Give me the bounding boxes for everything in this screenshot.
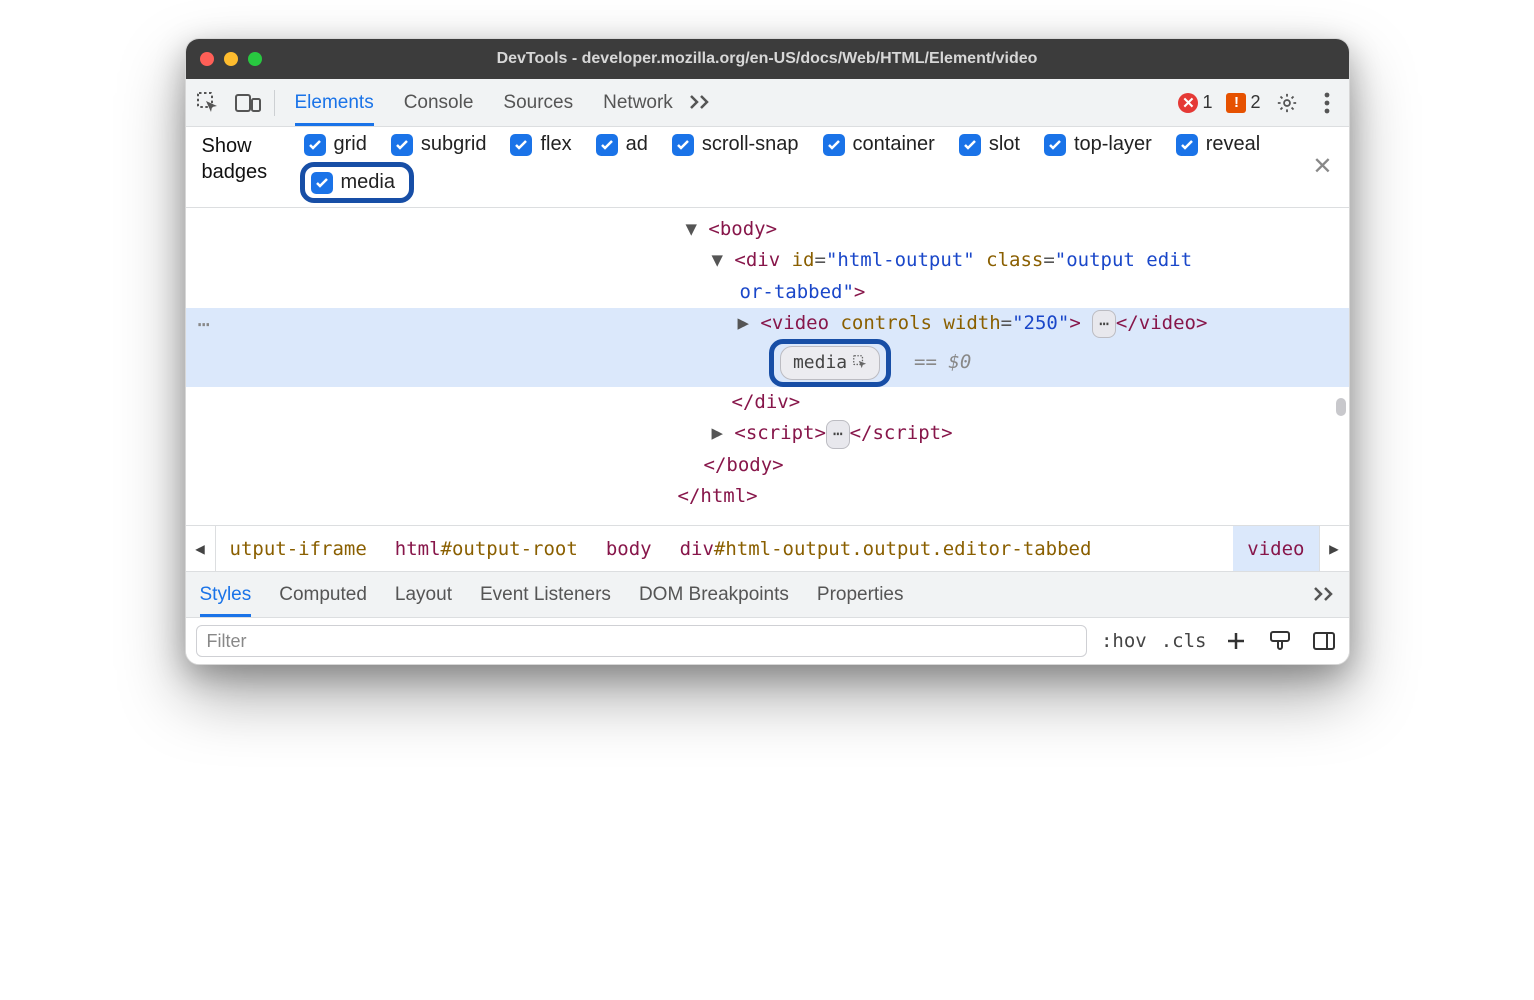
inspect-element-icon[interactable] <box>190 85 226 121</box>
toggle-hov-button[interactable]: :hov <box>1101 630 1147 652</box>
tab-sources[interactable]: Sources <box>503 79 573 126</box>
main-tabs: Elements Console Sources Network <box>295 79 673 126</box>
styles-filter-row: :hov .cls <box>186 618 1349 664</box>
breadcrumb-item[interactable]: html#output-root <box>381 538 592 560</box>
breadcrumb-item-active[interactable]: video <box>1233 526 1318 571</box>
tab-network[interactable]: Network <box>603 79 673 126</box>
dom-tree[interactable]: ▼ <<body>body> ▼ <div id="html-output" c… <box>186 208 1349 526</box>
checkbox-icon <box>1044 134 1066 156</box>
devtools-window: DevTools - developer.mozilla.org/en-US/d… <box>185 38 1350 665</box>
checkbox-icon <box>596 134 618 156</box>
device-toolbar-icon[interactable] <box>230 85 266 121</box>
breadcrumb-scroll-right-icon[interactable]: ▶ <box>1319 526 1349 571</box>
media-badge-highlight: media <box>769 339 891 387</box>
dom-node-video[interactable]: ⋯ ▶ <video controls width="250"> ⋯</vide… <box>186 308 1349 339</box>
more-tabs-icon[interactable] <box>689 90 711 116</box>
computed-sidebar-icon[interactable] <box>1309 626 1339 656</box>
badges-list: grid subgrid flex ad scroll-snap contain… <box>304 133 1295 199</box>
ellipsis-icon[interactable]: ⋯ <box>1092 310 1116 338</box>
badges-config-row: Show badges grid subgrid flex ad scroll-… <box>186 127 1349 208</box>
breadcrumb-item[interactable]: div#html-output.output.editor-tabbed <box>666 538 1106 560</box>
subtab-computed[interactable]: Computed <box>279 572 367 617</box>
scrollbar-thumb[interactable] <box>1336 398 1346 416</box>
breadcrumb-item[interactable]: utput-iframe <box>216 538 381 560</box>
errors-badge[interactable]: ✕ 1 <box>1178 92 1212 113</box>
settings-icon[interactable] <box>1269 85 1305 121</box>
badge-slot[interactable]: slot <box>959 133 1020 156</box>
badge-ad[interactable]: ad <box>596 133 648 156</box>
warnings-badge[interactable]: ! 2 <box>1226 92 1260 113</box>
error-icon: ✕ <box>1178 93 1198 113</box>
badge-top-layer[interactable]: top-layer <box>1044 133 1152 156</box>
tab-console[interactable]: Console <box>404 79 474 126</box>
checkbox-icon <box>823 134 845 156</box>
tab-elements[interactable]: Elements <box>295 79 374 126</box>
badge-flex[interactable]: flex <box>510 133 571 156</box>
errors-count: 1 <box>1202 92 1212 113</box>
breadcrumb-item[interactable]: body <box>592 538 666 560</box>
checkbox-icon <box>304 134 326 156</box>
checkbox-icon <box>311 172 333 194</box>
badges-label: Show badges <box>202 133 286 185</box>
close-badges-row-icon[interactable]: ✕ <box>1312 152 1332 181</box>
subtab-dom-breakpoints[interactable]: DOM Breakpoints <box>639 572 789 617</box>
badge-reveal[interactable]: reveal <box>1176 133 1260 156</box>
media-badge[interactable]: media <box>780 346 880 380</box>
issues-badges: ✕ 1 ! 2 <box>1178 92 1260 113</box>
dom-breadcrumbs: ◀ utput-iframe html#output-root body div… <box>186 526 1349 572</box>
subtab-layout[interactable]: Layout <box>395 572 452 617</box>
subtab-event-listeners[interactable]: Event Listeners <box>480 572 611 617</box>
badge-scroll-snap[interactable]: scroll-snap <box>672 133 799 156</box>
warning-icon: ! <box>1226 93 1246 113</box>
window-titlebar: DevTools - developer.mozilla.org/en-US/d… <box>186 39 1349 79</box>
checkbox-icon <box>391 134 413 156</box>
separator <box>274 90 275 116</box>
warnings-count: 2 <box>1250 92 1260 113</box>
checkbox-icon <box>672 134 694 156</box>
styles-subtabs: Styles Computed Layout Event Listeners D… <box>186 572 1349 618</box>
checkbox-icon <box>1176 134 1198 156</box>
subtab-styles[interactable]: Styles <box>200 572 252 617</box>
badge-subgrid[interactable]: subgrid <box>391 133 487 156</box>
badge-media[interactable]: media <box>300 162 414 203</box>
badge-grid[interactable]: grid <box>304 133 367 156</box>
more-subtabs-icon[interactable] <box>1313 582 1335 608</box>
ellipsis-icon[interactable]: ⋯ <box>198 308 210 341</box>
styles-filter-input[interactable] <box>196 625 1087 657</box>
subtab-properties[interactable]: Properties <box>817 572 904 617</box>
main-toolbar: Elements Console Sources Network ✕ 1 ! 2 <box>186 79 1349 127</box>
window-title: DevTools - developer.mozilla.org/en-US/d… <box>186 50 1349 68</box>
ellipsis-icon[interactable]: ⋯ <box>826 420 850 448</box>
toggle-cls-button[interactable]: .cls <box>1161 630 1207 652</box>
paint-brush-icon[interactable] <box>1265 626 1295 656</box>
checkbox-icon <box>510 134 532 156</box>
checkbox-icon <box>959 134 981 156</box>
breadcrumb-scroll-left-icon[interactable]: ◀ <box>186 526 216 571</box>
new-style-rule-icon[interactable] <box>1221 626 1251 656</box>
kebab-menu-icon[interactable] <box>1309 85 1345 121</box>
inspect-icon <box>853 355 869 371</box>
badge-container[interactable]: container <box>823 133 935 156</box>
